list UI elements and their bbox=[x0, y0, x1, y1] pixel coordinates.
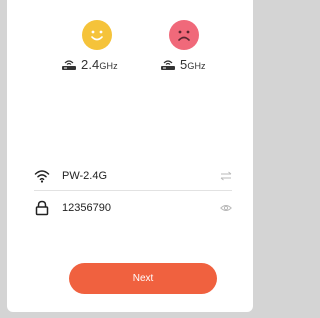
lock-icon bbox=[35, 200, 49, 216]
wifi-ssid-row[interactable]: PW-2.4G bbox=[34, 165, 232, 187]
wifi-ssid-value: PW-2.4G bbox=[62, 170, 108, 182]
band-2-4ghz-label: 2.4GHz bbox=[61, 57, 118, 72]
setup-card: 2.4GHz 5GHz PW-2.4G 12356790 Next bbox=[7, 0, 253, 312]
field-divider bbox=[34, 190, 232, 191]
band-5-unit: GHz bbox=[187, 61, 206, 71]
smiley-face-icon bbox=[82, 20, 112, 50]
wifi-icon bbox=[34, 170, 50, 183]
router-icon bbox=[161, 59, 175, 70]
band-5ghz-label: 5GHz bbox=[160, 57, 206, 72]
password-value: 12356790 bbox=[62, 202, 111, 214]
password-row[interactable]: 12356790 bbox=[34, 197, 232, 219]
band-2-4-value: 2.4 bbox=[81, 57, 100, 72]
switch-arrows-icon[interactable] bbox=[220, 170, 232, 182]
next-button[interactable]: Next bbox=[69, 263, 217, 294]
router-icon bbox=[62, 59, 76, 70]
band-2-4-unit: GHz bbox=[99, 61, 118, 71]
eye-icon[interactable] bbox=[220, 202, 232, 214]
sad-face-icon bbox=[169, 20, 199, 50]
